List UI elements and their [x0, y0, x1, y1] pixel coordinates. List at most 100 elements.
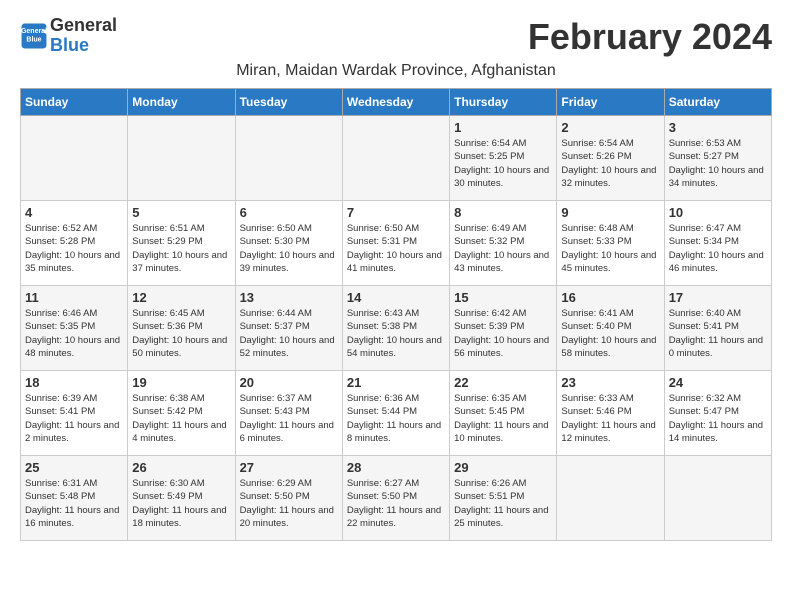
- day-number: 29: [454, 460, 552, 475]
- day-detail: Sunrise: 6:52 AMSunset: 5:28 PMDaylight:…: [25, 222, 123, 275]
- calendar-cell: 29Sunrise: 6:26 AMSunset: 5:51 PMDayligh…: [450, 456, 557, 541]
- calendar-cell: 27 Sunrise: 6:29 AMSunset: 5:50 PMDayligh…: [235, 456, 342, 541]
- day-detail: Sunrise: 6:50 AMSunset: 5:31 PMDaylight:…: [347, 222, 445, 275]
- day-number: 24: [669, 375, 767, 390]
- calendar-cell: 16Sunrise: 6:41 AMSunset: 5:40 PMDayligh…: [557, 286, 664, 371]
- day-detail: Sunrise: 6:51 AMSunset: 5:29 PMDaylight:…: [132, 222, 230, 275]
- day-detail: Sunrise: 6:37 AMSunset: 5:43 PMDaylight:…: [240, 392, 338, 445]
- day-detail: Sunrise: 6:46 AMSunset: 5:35 PMDaylight:…: [25, 307, 123, 360]
- day-detail: Sunrise: 6:36 AMSunset: 5:44 PMDaylight:…: [347, 392, 445, 445]
- calendar-cell: [235, 116, 342, 201]
- calendar-cell: 8Sunrise: 6:49 AMSunset: 5:32 PMDaylight…: [450, 201, 557, 286]
- calendar-cell: 10 Sunrise: 6:47 AMSunset: 5:34 PMDayligh…: [664, 201, 771, 286]
- day-detail: Sunrise: 6:45 AMSunset: 5:36 PMDaylight:…: [132, 307, 230, 360]
- day-number: 23: [561, 375, 659, 390]
- day-detail: Sunrise: 6:29 AMSunset: 5:50 PMDaylight:…: [240, 477, 338, 530]
- day-number: 20: [240, 375, 338, 390]
- day-number: 19: [132, 375, 230, 390]
- day-number: 14: [347, 290, 445, 305]
- day-number: 15: [454, 290, 552, 305]
- calendar-cell: 3 Sunrise: 6:53 AMSunset: 5:27 PMDaylight…: [664, 116, 771, 201]
- weekday-header-tuesday: Tuesday: [235, 89, 342, 116]
- day-number: 28: [347, 460, 445, 475]
- svg-text:General: General: [21, 28, 47, 35]
- calendar-cell: 11 Sunrise: 6:46 AMSunset: 5:35 PMDayligh…: [21, 286, 128, 371]
- weekday-header-monday: Monday: [128, 89, 235, 116]
- calendar-cell: 20 Sunrise: 6:37 AMSunset: 5:43 PMDayligh…: [235, 371, 342, 456]
- weekday-header-friday: Friday: [557, 89, 664, 116]
- calendar-cell: 17 Sunrise: 6:40 AMSunset: 5:41 PMDayligh…: [664, 286, 771, 371]
- calendar-cell: 23Sunrise: 6:33 AMSunset: 5:46 PMDayligh…: [557, 371, 664, 456]
- logo-text-general: General: [50, 16, 117, 36]
- day-number: 4: [25, 205, 123, 220]
- logo-text-blue: Blue: [50, 36, 117, 56]
- day-detail: Sunrise: 6:47 AMSunset: 5:34 PMDaylight:…: [669, 222, 767, 275]
- calendar-cell: 4 Sunrise: 6:52 AMSunset: 5:28 PMDaylight…: [21, 201, 128, 286]
- day-number: 12: [132, 290, 230, 305]
- page-header: General Blue General Blue February 2024: [20, 16, 772, 58]
- calendar-cell: 15 Sunrise: 6:42 AMSunset: 5:39 PMDayligh…: [450, 286, 557, 371]
- day-detail: Sunrise: 6:40 AMSunset: 5:41 PMDaylight:…: [669, 307, 767, 360]
- calendar-cell: 2 Sunrise: 6:54 AMSunset: 5:26 PMDaylight…: [557, 116, 664, 201]
- day-number: 17: [669, 290, 767, 305]
- weekday-header-wednesday: Wednesday: [342, 89, 449, 116]
- day-detail: Sunrise: 6:53 AMSunset: 5:27 PMDaylight:…: [669, 137, 767, 190]
- day-number: 25: [25, 460, 123, 475]
- logo-icon: General Blue: [20, 22, 48, 50]
- weekday-header-saturday: Saturday: [664, 89, 771, 116]
- day-detail: Sunrise: 6:31 AMSunset: 5:48 PMDaylight:…: [25, 477, 123, 530]
- calendar-cell: 19 Sunrise: 6:38 AMSunset: 5:42 PMDayligh…: [128, 371, 235, 456]
- calendar-cell: 28 Sunrise: 6:27 AMSunset: 5:50 PMDayligh…: [342, 456, 449, 541]
- logo: General Blue General Blue: [20, 16, 117, 56]
- day-number: 8: [454, 205, 552, 220]
- calendar-cell: 6Sunrise: 6:50 AMSunset: 5:30 PMDaylight…: [235, 201, 342, 286]
- day-number: 13: [240, 290, 338, 305]
- weekday-header-thursday: Thursday: [450, 89, 557, 116]
- day-number: 18: [25, 375, 123, 390]
- svg-text:Blue: Blue: [26, 36, 41, 43]
- day-number: 9: [561, 205, 659, 220]
- day-number: 7: [347, 205, 445, 220]
- calendar-cell: [21, 116, 128, 201]
- calendar-cell: 1 Sunrise: 6:54 AMSunset: 5:25 PMDaylight…: [450, 116, 557, 201]
- day-number: 10: [669, 205, 767, 220]
- day-detail: Sunrise: 6:48 AMSunset: 5:33 PMDaylight:…: [561, 222, 659, 275]
- day-detail: Sunrise: 6:42 AMSunset: 5:39 PMDaylight:…: [454, 307, 552, 360]
- calendar-cell: 5 Sunrise: 6:51 AMSunset: 5:29 PMDaylight…: [128, 201, 235, 286]
- day-detail: Sunrise: 6:54 AMSunset: 5:26 PMDaylight:…: [561, 137, 659, 190]
- day-number: 2: [561, 120, 659, 135]
- day-number: 5: [132, 205, 230, 220]
- day-detail: Sunrise: 6:43 AMSunset: 5:38 PMDaylight:…: [347, 307, 445, 360]
- day-detail: Sunrise: 6:39 AMSunset: 5:41 PMDaylight:…: [25, 392, 123, 445]
- calendar-cell: 26Sunrise: 6:30 AMSunset: 5:49 PMDayligh…: [128, 456, 235, 541]
- calendar-cell: 18 Sunrise: 6:39 AMSunset: 5:41 PMDayligh…: [21, 371, 128, 456]
- day-number: 1: [454, 120, 552, 135]
- calendar-cell: 12 Sunrise: 6:45 AMSunset: 5:36 PMDayligh…: [128, 286, 235, 371]
- day-detail: Sunrise: 6:54 AMSunset: 5:25 PMDaylight:…: [454, 137, 552, 190]
- day-detail: Sunrise: 6:32 AMSunset: 5:47 PMDaylight:…: [669, 392, 767, 445]
- day-detail: Sunrise: 6:44 AMSunset: 5:37 PMDaylight:…: [240, 307, 338, 360]
- calendar-cell: [342, 116, 449, 201]
- calendar-cell: 25 Sunrise: 6:31 AMSunset: 5:48 PMDayligh…: [21, 456, 128, 541]
- day-number: 11: [25, 290, 123, 305]
- day-detail: Sunrise: 6:30 AMSunset: 5:49 PMDaylight:…: [132, 477, 230, 530]
- calendar-cell: 21Sunrise: 6:36 AMSunset: 5:44 PMDayligh…: [342, 371, 449, 456]
- day-detail: Sunrise: 6:27 AMSunset: 5:50 PMDaylight:…: [347, 477, 445, 530]
- calendar-table: SundayMondayTuesdayWednesdayThursdayFrid…: [20, 88, 772, 541]
- weekday-header-sunday: Sunday: [21, 89, 128, 116]
- calendar-cell: 9 Sunrise: 6:48 AMSunset: 5:33 PMDaylight…: [557, 201, 664, 286]
- calendar-cell: 24 Sunrise: 6:32 AMSunset: 5:47 PMDayligh…: [664, 371, 771, 456]
- calendar-cell: 22 Sunrise: 6:35 AMSunset: 5:45 PMDayligh…: [450, 371, 557, 456]
- day-detail: Sunrise: 6:35 AMSunset: 5:45 PMDaylight:…: [454, 392, 552, 445]
- day-detail: Sunrise: 6:50 AMSunset: 5:30 PMDaylight:…: [240, 222, 338, 275]
- calendar-cell: [557, 456, 664, 541]
- calendar-cell: [128, 116, 235, 201]
- month-title: February 2024: [528, 16, 772, 58]
- day-number: 3: [669, 120, 767, 135]
- calendar-cell: 14 Sunrise: 6:43 AMSunset: 5:38 PMDayligh…: [342, 286, 449, 371]
- day-number: 27: [240, 460, 338, 475]
- calendar-cell: 7 Sunrise: 6:50 AMSunset: 5:31 PMDaylight…: [342, 201, 449, 286]
- day-number: 22: [454, 375, 552, 390]
- day-number: 16: [561, 290, 659, 305]
- day-detail: Sunrise: 6:38 AMSunset: 5:42 PMDaylight:…: [132, 392, 230, 445]
